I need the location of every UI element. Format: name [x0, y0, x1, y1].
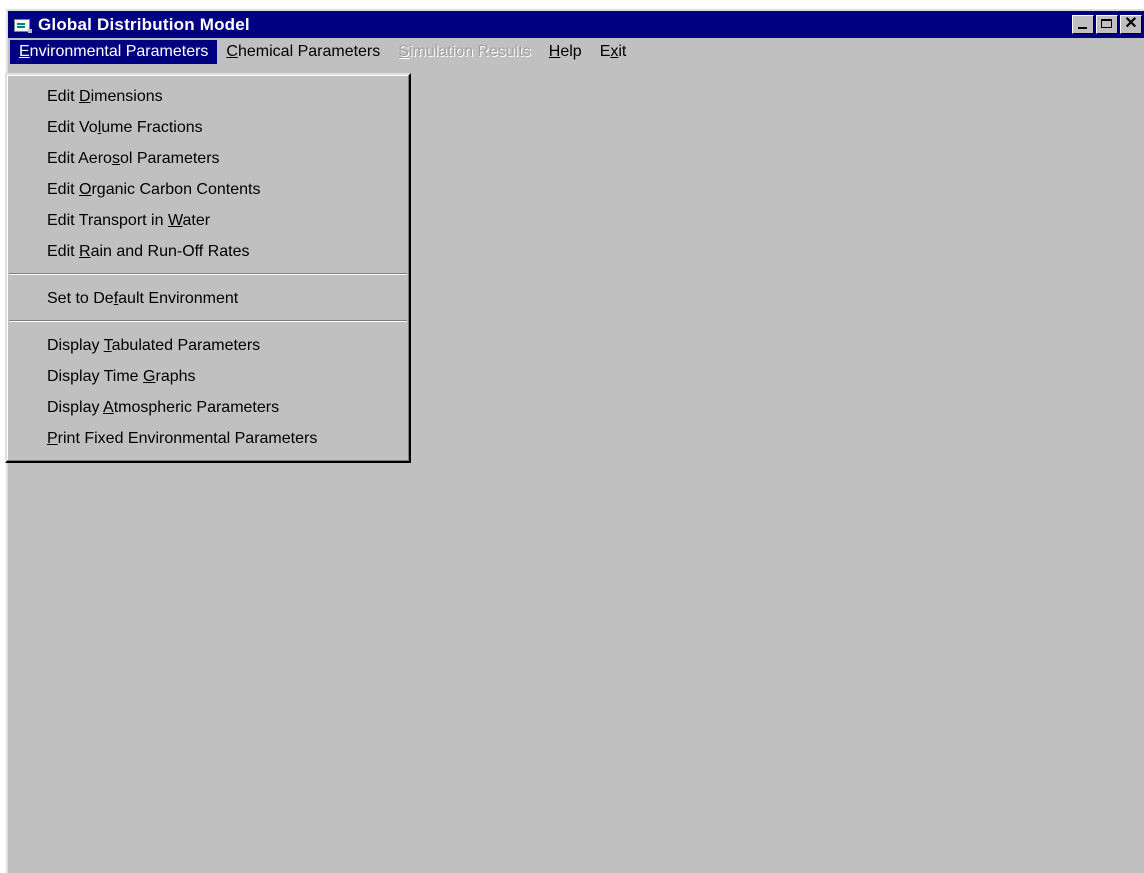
- menu-item-display-time-graphs[interactable]: Display Time Graphs: [7, 361, 409, 392]
- label-part: elp: [560, 43, 582, 60]
- access-key: W: [167, 212, 183, 229]
- label-part: rint Fixed Environmental Parameters: [57, 430, 318, 447]
- label-part: Edit: [47, 181, 80, 198]
- menu-separator: [9, 273, 407, 275]
- label-part: rganic Carbon Contents: [91, 181, 261, 198]
- access-key: T: [103, 337, 112, 354]
- close-icon: ✕: [1124, 15, 1138, 32]
- menu-item-edit-rain-and-run-off-rates[interactable]: Edit Rain and Run-Off Rates: [7, 236, 409, 267]
- label-part: ol Parameters: [119, 150, 220, 167]
- label-part: Edit: [47, 88, 80, 105]
- menu-item-display-atmospheric-parameters[interactable]: Display Atmospheric Parameters: [7, 392, 409, 423]
- menu-chemical-parameters[interactable]: Chemical Parameters: [217, 40, 389, 64]
- label-part: Display: [47, 337, 104, 354]
- label-part: Edit Vo: [47, 119, 98, 136]
- menu-item-edit-dimensions[interactable]: Edit Dimensions: [7, 81, 409, 112]
- environmental-parameters-dropdown: Edit Dimensions Edit Volume Fractions Edit…: [5, 73, 411, 463]
- label-part: Display Time: [47, 368, 144, 385]
- access-key: D: [79, 88, 91, 105]
- menu-item-set-to-default-environment[interactable]: Set to Default Environment: [7, 283, 409, 314]
- access-key: R: [79, 243, 91, 260]
- menu-item-edit-aerosol-parameters[interactable]: Edit Aerosol Parameters: [7, 143, 409, 174]
- access-key: A: [103, 399, 114, 416]
- title-bar[interactable]: Global Distribution Model ✕: [8, 11, 1144, 38]
- menu-exit[interactable]: Exit: [591, 40, 636, 64]
- menu-help[interactable]: Help: [540, 40, 591, 64]
- maximize-icon: [1101, 19, 1112, 28]
- access-key: O: [79, 181, 92, 198]
- menu-simulation-results: Simulation Results: [389, 40, 540, 64]
- minimize-button[interactable]: [1072, 15, 1094, 34]
- label-part: hemical Parameters: [237, 43, 381, 60]
- maximize-button[interactable]: [1096, 15, 1118, 34]
- label-part: Edit: [47, 243, 80, 260]
- label-part: raphs: [155, 368, 196, 385]
- menu-environmental-parameters[interactable]: Environmental Parameters: [10, 40, 218, 64]
- menu-bar: Environmental Parameters Chemical Paramet…: [8, 38, 1144, 66]
- access-key: C: [226, 43, 238, 60]
- access-key: G: [143, 368, 156, 385]
- menu-item-display-tabulated-parameters[interactable]: Display Tabulated Parameters: [7, 330, 409, 361]
- label-part: abulated Parameters: [111, 337, 261, 354]
- menu-item-edit-volume-fractions[interactable]: Edit Volume Fractions: [7, 112, 409, 143]
- label-part: tmospheric Parameters: [113, 399, 280, 416]
- access-key: P: [47, 430, 58, 447]
- close-button[interactable]: ✕: [1120, 15, 1142, 34]
- label-part: imensions: [90, 88, 163, 105]
- app-window-icon[interactable]: [14, 17, 32, 33]
- label-part: Set to De: [47, 290, 114, 307]
- label-part: Display: [47, 399, 104, 416]
- menu-separator: [9, 320, 407, 322]
- window-title: Global Distribution Model: [38, 14, 250, 34]
- label-part: it: [618, 43, 627, 60]
- label-part: imulation Results: [408, 43, 531, 60]
- label-part: ater: [182, 212, 211, 229]
- access-key: H: [548, 43, 561, 60]
- access-key: S: [398, 43, 409, 60]
- label-part: Edit Aero: [47, 150, 112, 167]
- label-part: Edit Transport in: [47, 212, 168, 229]
- menu-item-edit-transport-in-water[interactable]: Edit Transport in Water: [7, 205, 409, 236]
- menu-item-edit-organic-carbon-contents[interactable]: Edit Organic Carbon Contents: [7, 174, 409, 205]
- access-key: s: [111, 150, 120, 167]
- label-part: ume Fractions: [101, 119, 203, 136]
- label-part: E: [599, 43, 611, 60]
- label-part: ain and Run-Off Rates: [90, 243, 250, 260]
- minimize-icon: [1078, 27, 1087, 29]
- window-controls: ✕: [1072, 15, 1144, 34]
- label-part: nvironmental Parameters: [29, 43, 209, 60]
- label-part: ault Environment: [118, 290, 239, 307]
- access-key: E: [19, 43, 30, 60]
- menu-item-print-fixed-environmental-parameters[interactable]: Print Fixed Environmental Parameters: [7, 423, 409, 454]
